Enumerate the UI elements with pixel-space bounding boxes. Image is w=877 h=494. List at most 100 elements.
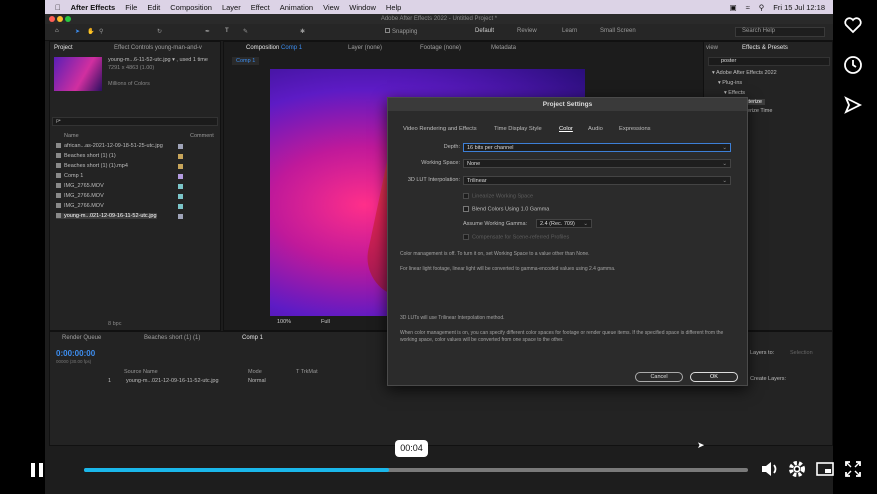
menu-composition[interactable]: Composition xyxy=(170,3,212,12)
blend-gamma-checkbox[interactable]: Blend Colors Using 1.0 Gamma xyxy=(463,206,549,212)
resolution-select[interactable]: Full xyxy=(321,319,330,325)
gamma-select[interactable]: 2.4 (Rec. 709) ⌄ xyxy=(536,219,592,228)
tab-expressions[interactable]: Expressions xyxy=(619,126,651,132)
menu-effect[interactable]: Effect xyxy=(251,3,270,12)
menu-help[interactable]: Help xyxy=(386,3,401,12)
fullscreen-icon[interactable] xyxy=(845,461,861,477)
project-list-item[interactable]: african...as-2021-12-09-18-51-25-utc.jpg xyxy=(56,143,183,149)
timecode[interactable]: 0:00:00:00 xyxy=(56,349,95,358)
clock-icon[interactable] xyxy=(843,55,863,75)
project-list-item[interactable]: IMG_2766.MOV xyxy=(56,203,183,209)
workspace-small-screen[interactable]: Small Screen xyxy=(600,28,636,34)
comp-chip[interactable]: Comp 1 xyxy=(232,57,260,65)
depth-select[interactable]: 16 bits per channel ⌄ xyxy=(463,143,731,152)
col-comment-header[interactable]: Comment xyxy=(190,133,214,139)
label-color-swatch[interactable] xyxy=(178,154,183,159)
zoom-tool-icon[interactable]: ⚲ xyxy=(99,28,103,35)
picture-in-picture-icon[interactable] xyxy=(816,461,834,477)
screen-record-icon[interactable]: ▣ xyxy=(730,3,737,12)
bpc-label[interactable]: 8 bpc xyxy=(108,321,121,327)
lut-chevron-icon: ⌄ xyxy=(722,178,727,184)
menu-window[interactable]: Window xyxy=(349,3,376,12)
zoom-select[interactable]: 100% xyxy=(277,319,291,325)
tree-plugins[interactable]: ▾ Plug-ins xyxy=(718,80,742,86)
settings-gear-icon[interactable] xyxy=(788,460,806,478)
pen-tool-icon[interactable]: ✒ xyxy=(205,28,210,35)
project-list-item[interactable]: Beaches short (1) (1).mp4 xyxy=(56,163,183,169)
type-tool-icon[interactable]: T xyxy=(225,28,229,34)
close-dot-icon[interactable] xyxy=(49,16,55,22)
tab-color[interactable]: Color xyxy=(559,126,573,132)
tab-project[interactable]: Project xyxy=(54,45,73,51)
tab-audio[interactable]: Audio xyxy=(588,126,603,132)
tab-beaches[interactable]: Beaches short (1) (1) xyxy=(144,335,200,341)
tab-effect-controls[interactable]: Effect Controls young-man-and-v xyxy=(114,45,202,51)
search-icon[interactable]: ⚲ xyxy=(759,3,765,12)
tab-time-display[interactable]: Time Display Style xyxy=(494,126,542,132)
ok-button[interactable]: OK xyxy=(690,372,738,382)
effects-search-input[interactable]: poster xyxy=(708,57,830,66)
project-list-item-name: Beaches short (1) (1) xyxy=(64,153,116,159)
snapping-checkbox[interactable]: Snapping xyxy=(385,28,417,35)
volume-icon[interactable] xyxy=(760,460,780,478)
file-icon xyxy=(56,183,61,189)
project-list-item[interactable]: young-m...021-12-09-16-11-52-utc.jpg xyxy=(56,213,183,219)
tree-adobe-ae[interactable]: ▾ Adobe After Effects 2022 xyxy=(712,70,777,76)
col-name-header[interactable]: Name xyxy=(64,133,79,139)
zoom-dot-icon[interactable] xyxy=(65,16,71,22)
label-color-swatch[interactable] xyxy=(178,204,183,209)
hand-tool-icon[interactable]: ✋ xyxy=(87,28,94,35)
tab-composition[interactable]: Composition Comp 1 xyxy=(246,45,302,51)
label-color-swatch[interactable] xyxy=(178,184,183,189)
cancel-button[interactable]: Cancel xyxy=(635,372,683,382)
wifi-icon[interactable]: ≈ xyxy=(746,3,750,12)
pause-icon[interactable] xyxy=(30,462,44,478)
working-space-select[interactable]: None ⌄ xyxy=(463,159,731,168)
tab-video-rendering[interactable]: Video Rendering and Effects xyxy=(403,126,477,132)
project-list-item[interactable]: Comp 1 xyxy=(56,173,183,179)
menu-app-name[interactable]: After Effects xyxy=(71,3,116,12)
note-color-management: Color management is off. To turn it on, … xyxy=(400,251,590,257)
tree-effects[interactable]: ▾ Effects xyxy=(724,90,745,96)
share-icon[interactable] xyxy=(843,95,863,115)
minimize-dot-icon[interactable] xyxy=(57,16,63,22)
tab-comp1-timeline[interactable]: Comp 1 xyxy=(242,335,263,341)
home-icon[interactable]: ⌂ xyxy=(55,28,59,34)
label-color-swatch[interactable] xyxy=(178,214,183,219)
project-list-item[interactable]: IMG_2765.MOV xyxy=(56,183,183,189)
clock-text[interactable]: Fri 15 Jul 12:18 xyxy=(773,3,825,12)
menu-edit[interactable]: Edit xyxy=(147,3,160,12)
col-source-name: Source Name xyxy=(124,369,158,375)
layer-name[interactable]: young-m...021-12-09-16-11-52-utc.jpg xyxy=(126,378,219,384)
help-search-field[interactable]: Search Help xyxy=(735,27,825,37)
progress-track[interactable] xyxy=(84,468,748,472)
selection-tool-icon[interactable]: ➤ xyxy=(75,28,80,35)
menu-layer[interactable]: Layer xyxy=(222,3,241,12)
tab-layer[interactable]: Layer (none) xyxy=(348,45,382,51)
brush-tool-icon[interactable]: ✎ xyxy=(243,28,248,35)
label-color-swatch[interactable] xyxy=(178,164,183,169)
layer-mode[interactable]: Normal xyxy=(248,378,266,384)
tab-metadata[interactable]: Metadata xyxy=(491,45,516,51)
menu-animation[interactable]: Animation xyxy=(280,3,313,12)
workspace-learn[interactable]: Learn xyxy=(562,28,577,34)
rotate-tool-icon[interactable]: ↻ xyxy=(157,28,162,35)
label-color-swatch[interactable] xyxy=(178,174,183,179)
label-color-swatch[interactable] xyxy=(178,144,183,149)
menu-view[interactable]: View xyxy=(323,3,339,12)
project-list-item[interactable]: IMG_2766.MOV xyxy=(56,193,183,199)
tab-footage[interactable]: Footage (none) xyxy=(420,45,461,51)
lut-select[interactable]: Trilinear ⌄ xyxy=(463,176,731,185)
apple-icon[interactable]:  xyxy=(55,3,61,12)
tab-render-queue[interactable]: Render Queue xyxy=(62,335,101,341)
project-list-item[interactable]: Beaches short (1) (1) xyxy=(56,153,183,159)
menu-file[interactable]: File xyxy=(125,3,137,12)
tab-effects-presets[interactable]: Effects & Presets xyxy=(742,45,788,51)
workspace-review[interactable]: Review xyxy=(517,28,537,34)
label-color-swatch[interactable] xyxy=(178,194,183,199)
heart-icon[interactable] xyxy=(843,15,863,35)
puppet-tool-icon[interactable]: ✱ xyxy=(300,28,305,35)
workspace-default[interactable]: Default xyxy=(475,28,494,34)
tab-preview[interactable]: view xyxy=(706,45,718,51)
project-search-input[interactable]: ρ• xyxy=(52,117,218,126)
